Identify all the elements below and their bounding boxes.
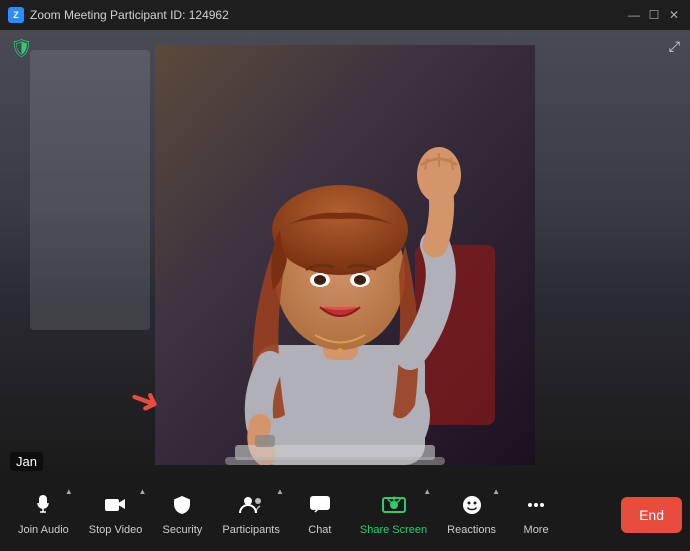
reactions-label: Reactions	[447, 524, 496, 536]
more-label: More	[524, 524, 549, 536]
zoom-window: Z Zoom Meeting Participant ID: 124962 — …	[0, 0, 690, 551]
person-svg	[155, 45, 535, 465]
join-audio-caret: ▲	[65, 487, 73, 496]
minimize-button[interactable]: —	[626, 7, 642, 23]
participants-caret: ▲	[276, 487, 284, 496]
share-screen-button[interactable]: ▲ Share Screen	[350, 479, 437, 551]
participants-label: Participants	[222, 524, 279, 536]
participants-button[interactable]: ▲ Participants	[212, 479, 289, 551]
participant-video	[0, 30, 690, 479]
end-button[interactable]: End	[621, 497, 682, 533]
toolbar: ▲ Join Audio ▲ Stop Video	[0, 479, 690, 551]
share-screen-icon	[382, 494, 406, 520]
title-bar: Z Zoom Meeting Participant ID: 124962 — …	[0, 0, 690, 30]
security-icon	[171, 494, 193, 520]
chat-button[interactable]: Chat	[290, 479, 350, 551]
participants-icon	[238, 494, 264, 520]
share-screen-label: Share Screen	[360, 524, 427, 536]
close-button[interactable]: ✕	[666, 7, 682, 23]
security-button[interactable]: Security	[152, 479, 212, 551]
more-button[interactable]: More	[506, 479, 566, 551]
participant-name: Jan	[10, 452, 43, 471]
stop-video-button[interactable]: ▲ Stop Video	[79, 479, 153, 551]
maximize-button[interactable]: ☐	[646, 7, 662, 23]
stop-video-label: Stop Video	[89, 524, 143, 536]
join-audio-icon	[32, 494, 54, 520]
title-bar-left: Z Zoom Meeting Participant ID: 124962	[8, 7, 229, 23]
window-title: Zoom Meeting Participant ID: 124962	[30, 8, 229, 22]
chat-icon	[309, 494, 331, 520]
join-audio-button[interactable]: ▲ Join Audio	[8, 479, 79, 551]
security-label: Security	[163, 524, 203, 536]
reactions-button[interactable]: ▲ Reactions	[437, 479, 506, 551]
title-bar-controls: — ☐ ✕	[626, 7, 682, 23]
video-area: 🛡 ⤢ Jan ➜	[0, 30, 690, 479]
reactions-caret: ▲	[492, 487, 500, 496]
share-screen-caret: ▲	[423, 487, 431, 496]
stop-video-caret: ▲	[138, 487, 146, 496]
stop-video-icon	[104, 494, 128, 520]
security-shield-icon: 🛡	[10, 38, 33, 59]
more-icon	[525, 494, 547, 520]
reactions-icon	[461, 494, 483, 520]
join-audio-label: Join Audio	[18, 524, 69, 536]
chat-label: Chat	[308, 524, 331, 536]
expand-icon[interactable]: ⤢	[669, 38, 680, 55]
zoom-logo-icon: Z	[8, 7, 24, 23]
